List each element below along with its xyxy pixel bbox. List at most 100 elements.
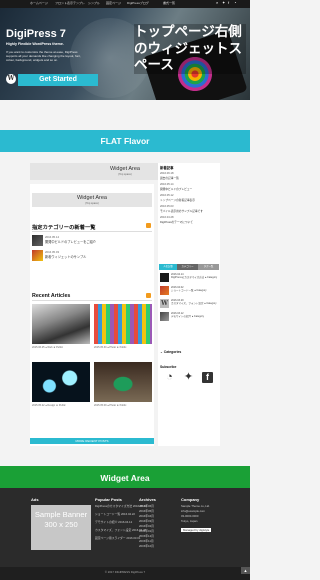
go-to-top-button[interactable]: ▲ xyxy=(241,567,250,574)
sidebar-date: 2016.04.28 xyxy=(160,216,174,219)
article-meta: 2015.05.22 ● Design ★ Public xyxy=(32,404,66,407)
sidebar-link[interactable]: DigiPressのテーマについて xyxy=(160,220,193,224)
post-title[interactable]: 2016.03.29 カスタマイズ、フォント設定 ● Category xyxy=(171,299,218,305)
company-info: Tokyo, Japan xyxy=(181,519,198,523)
archive-link[interactable]: 2015年10月 xyxy=(139,544,154,548)
list-item[interactable]: 2016.04.14 DigiPressのカスタマイズ方法 ● Category xyxy=(160,273,218,284)
categories-label: Categories xyxy=(163,350,182,354)
article-card[interactable]: 2015.06.25 ● Web ★ Public xyxy=(32,304,90,349)
post-thumbnail xyxy=(160,312,169,321)
hero-subtitle: Highly Flexible WordPress theme. xyxy=(6,42,64,46)
footer-company-title: Company xyxy=(181,497,200,502)
rss-icon[interactable]: ◔ xyxy=(164,372,175,383)
sidebar-date: 2016.05.14 xyxy=(160,183,174,186)
article-image[interactable] xyxy=(94,362,152,402)
digistyle-badge[interactable]: Managed by digistyle xyxy=(181,528,212,532)
post-title-text: デモサイトの紹介 ● Category xyxy=(171,315,205,319)
divider xyxy=(32,300,152,301)
archive-link[interactable]: 2016年05月 xyxy=(139,509,154,513)
search-icon[interactable]: ⌕ xyxy=(216,0,218,5)
article-meta: 2015.06.25 ● Web ★ Public xyxy=(32,346,63,349)
load-more-button[interactable]: MORE RECENT POSTS xyxy=(30,438,154,444)
archive-link[interactable]: 2016年01月 xyxy=(139,529,154,533)
post-title[interactable]: 2016.04.14 DigiPressのカスタマイズ方法 ● Category xyxy=(171,273,218,279)
article-image[interactable] xyxy=(32,304,90,344)
subscribe-heading: Subscribe xyxy=(160,365,177,369)
list-item[interactable]: 2016.05.03 新着ウィジェットのサンプル xyxy=(32,250,152,264)
sidebar-date: 2016.06.18 xyxy=(160,172,174,175)
sidebar-date: 2016.05.12 xyxy=(160,194,174,197)
archive-link[interactable]: 2016年04月 xyxy=(139,514,154,518)
list-item[interactable]: 2016.05.14 開発中ビルドのプレビューをご紹介 xyxy=(32,235,152,249)
get-started-button[interactable]: Get Started xyxy=(18,74,98,86)
sidebar-link[interactable]: 過去の記事一覧 xyxy=(160,176,179,180)
post-title[interactable]: 新着ウィジェットのサンプル xyxy=(45,254,86,259)
list-item[interactable]: 2016.03.12 デモサイトの紹介 ● Category xyxy=(160,312,218,323)
archive-link[interactable]: 2016年02月 xyxy=(139,524,154,528)
nav-item-front-template[interactable]: フロント表示テンプレ xyxy=(55,1,85,5)
article-meta: 2015.05.09 ● Photo ★ Public xyxy=(94,404,127,407)
footer-link[interactable]: デモサイトの紹介 2016.04.12 xyxy=(95,520,132,524)
widget-area-title: Widget Area xyxy=(77,195,107,201)
footer-popular-title: Popular Posts xyxy=(95,497,122,502)
rss-icon[interactable] xyxy=(146,223,151,228)
divider xyxy=(32,231,152,232)
sidebar-tabs: 人気記事 カテゴリー タグ一覧 xyxy=(159,264,219,270)
archive-link[interactable]: 2016年03月 xyxy=(139,519,154,523)
widget-area-mid: Widget Area (Top space) xyxy=(32,193,152,207)
archive-link[interactable]: 2015年12月 xyxy=(139,534,154,538)
list-item[interactable]: 2016.04.02 ショートコード一覧 ● Category xyxy=(160,286,218,297)
list-item[interactable]: W 2016.03.29 カスタマイズ、フォント設定 ● Category xyxy=(160,299,218,310)
article-image[interactable] xyxy=(32,362,90,402)
categories-heading[interactable]: ⌄ Categories xyxy=(160,350,181,354)
facebook-icon[interactable]: f xyxy=(228,0,229,5)
nav-item-fixed-page[interactable]: 固定ページ xyxy=(106,1,121,5)
article-image[interactable] xyxy=(94,304,152,344)
twitter-icon[interactable]: ✦ xyxy=(222,0,225,5)
sidebar-date: 2016.05.03 xyxy=(160,205,174,208)
article-meta: 2015.05.30 ● Photo ★ Public xyxy=(94,346,127,349)
footer-link[interactable]: ショートコード一覧 2016.04.22 xyxy=(95,512,135,516)
company-info[interactable]: info@example.com xyxy=(181,509,205,513)
rss-icon[interactable] xyxy=(146,293,151,298)
footer-ads-title: Ads xyxy=(31,497,39,502)
tab-categories[interactable]: カテゴリー xyxy=(177,264,198,270)
nav-item-format-list[interactable]: 書式一覧 xyxy=(163,1,175,5)
sample-banner[interactable]: Sample Banner 300 x 250 xyxy=(31,505,91,550)
footer-archives-title: Archives xyxy=(139,497,156,502)
footer-link[interactable]: 固定ページ用スライダー 2016.03.01 xyxy=(95,536,140,540)
post-thumbnail xyxy=(32,235,43,246)
facebook-icon[interactable]: f xyxy=(202,372,213,383)
sidebar-new-title: 新着記事 xyxy=(160,166,174,170)
tab-popular[interactable]: 人気記事 xyxy=(159,264,177,270)
company-info: 03-0000-0000 xyxy=(181,514,199,518)
post-title[interactable]: 2016.04.02 ショートコード一覧 ● Category xyxy=(171,286,218,292)
tab-tags[interactable]: タグ一覧 xyxy=(198,264,219,270)
sidebar-link[interactable]: モバイル表示用のサンプル記事です xyxy=(160,209,203,213)
hero-title: DigiPress 7 xyxy=(6,28,66,40)
nav-item-simple[interactable]: シンプル xyxy=(88,1,100,5)
hero-section: DigiPress 7 Highly Flexible WordPress th… xyxy=(0,8,250,100)
post-title-text: ショートコード一覧 ● Category xyxy=(171,289,207,293)
copyright-bar: © 2017 DIGIPRESS DigiPress 7 xyxy=(0,567,250,580)
widget-area-sub: (Top space) xyxy=(85,202,99,205)
post-title[interactable]: 開発中ビルドのプレビューをご紹介 xyxy=(45,239,96,244)
article-card[interactable]: 2015.05.22 ● Design ★ Public xyxy=(32,362,90,407)
archive-link[interactable]: 2016年06月 xyxy=(139,504,154,508)
post-title[interactable]: 2016.03.12 デモサイトの紹介 ● Category xyxy=(171,312,218,318)
nav-item-digipress-blog[interactable]: DigiPressブログ xyxy=(127,1,149,5)
sidebar-link[interactable]: トップページの新着記事表示 xyxy=(160,198,195,202)
nav-item-home[interactable]: ホームページ xyxy=(30,1,48,5)
rss-icon[interactable]: ◔ xyxy=(234,0,236,5)
widget-area-footer-title: Widget Area xyxy=(0,466,250,488)
twitter-icon[interactable]: ✦ xyxy=(183,372,194,383)
sidebar-link[interactable]: 開発中ビルドのプレビュー xyxy=(160,187,192,191)
article-card[interactable]: 2015.05.09 ● Photo ★ Public xyxy=(94,362,152,407)
wordpress-logo-icon: W xyxy=(160,299,169,308)
post-title-text: DigiPressのカスタマイズ方法 ● Category xyxy=(171,276,218,280)
hero-description: If you want to customize the theme at ea… xyxy=(6,50,81,62)
article-card[interactable]: 2015.05.30 ● Photo ★ Public xyxy=(94,304,152,349)
archive-link[interactable]: 2015年11月 xyxy=(139,539,154,543)
post-thumbnail xyxy=(32,250,43,261)
post-thumbnail xyxy=(160,286,169,295)
